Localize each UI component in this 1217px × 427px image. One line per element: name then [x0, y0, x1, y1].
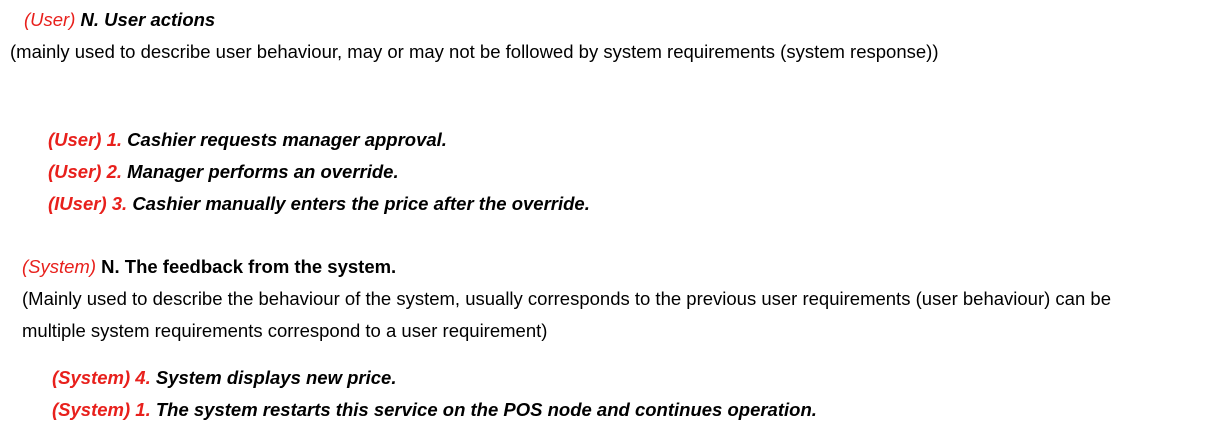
system-item-1-tag: (System) 1.	[52, 399, 151, 420]
user-section-heading: (User) N. User actions	[24, 8, 215, 32]
user-heading-tag: (User)	[24, 9, 76, 30]
system-item-4: (System) 4. System displays new price.	[52, 366, 396, 390]
user-item-1-text: Cashier requests manager approval.	[127, 129, 447, 150]
user-heading-text: N. User actions	[81, 9, 216, 30]
user-heading-text-value: N. User actions	[80, 9, 216, 30]
system-item-1: (System) 1. The system restarts this ser…	[52, 398, 817, 422]
system-section-description-line-2: multiple system requirements correspond …	[22, 320, 548, 341]
user-item-1: (User) 1. Cashier requests manager appro…	[48, 128, 447, 152]
user-section-description: (mainly used to describe user behaviour,…	[10, 41, 939, 62]
system-heading-text: N. The feedback from the system.	[101, 256, 396, 277]
user-item-2: (User) 2. Manager performs an override.	[48, 160, 399, 184]
system-item-4-text: System displays new price.	[155, 367, 397, 388]
user-item-2-tag: (User) 2.	[48, 161, 123, 182]
system-item-4-tag: (System) 4.	[52, 367, 151, 388]
system-section-heading: (System) N. The feedback from the system…	[22, 255, 396, 279]
user-item-3: (IUser) 3. Cashier manually enters the p…	[48, 192, 590, 216]
user-item-2-text: Manager performs an override.	[127, 161, 399, 182]
system-heading-tag: (System)	[22, 256, 96, 277]
system-heading-text-value: N. The feedback from the system.	[101, 256, 397, 277]
user-item-1-tag: (User) 1.	[48, 129, 123, 150]
user-item-3-tag: (IUser) 3.	[48, 193, 128, 214]
user-item-3-text: Cashier manually enters the price after …	[132, 193, 590, 214]
system-item-1-text: The system restarts this service on the …	[155, 399, 817, 420]
system-section-description-line-1: (Mainly used to describe the behaviour o…	[22, 288, 1111, 309]
